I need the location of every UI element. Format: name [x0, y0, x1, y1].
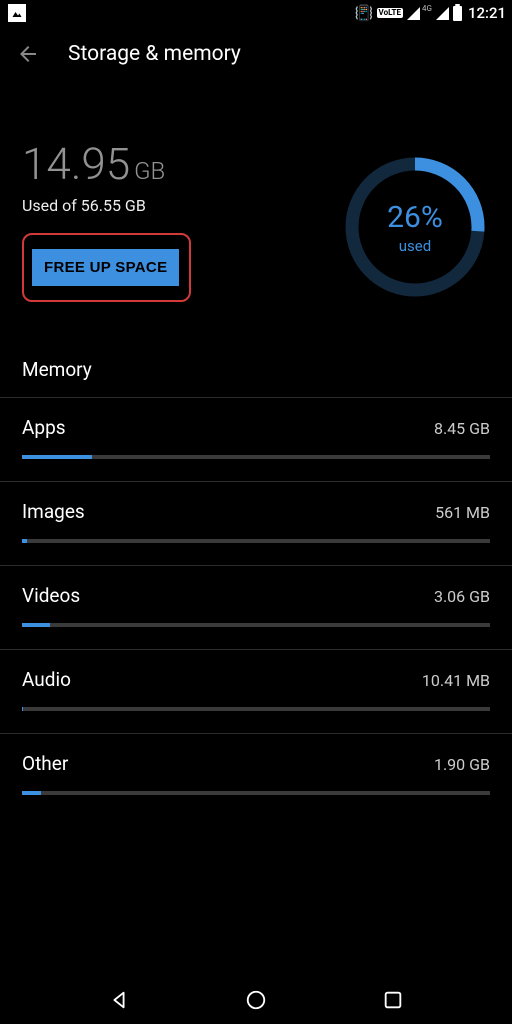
row-name: Audio [22, 668, 71, 691]
clock: 12:21 [468, 4, 506, 22]
row-images[interactable]: Images 561 MB [0, 481, 512, 565]
signal-icon-1 [407, 7, 420, 20]
row-name: Apps [22, 416, 66, 439]
row-value: 1.90 GB [434, 755, 490, 774]
free-up-space-button[interactable]: FREE UP SPACE [32, 249, 179, 286]
storage-summary: 14.95 GB Used of 56.55 GB FREE UP SPACE … [0, 82, 512, 322]
vibrate-icon: 📳 [355, 4, 373, 22]
usage-ring: 26% used [340, 152, 490, 302]
row-value: 561 MB [435, 503, 490, 522]
row-value: 10.41 MB [422, 671, 490, 690]
row-audio[interactable]: Audio 10.41 MB [0, 649, 512, 733]
row-value: 8.45 GB [434, 419, 490, 438]
bar-fill [22, 791, 41, 795]
bar-fill [22, 623, 50, 627]
signal-icon-2 [436, 7, 449, 20]
status-bar: 📳 VoLTE 4G 12:21 [0, 0, 512, 26]
used-unit: GB [134, 157, 165, 185]
highlight-annotation: FREE UP SPACE [22, 233, 191, 302]
back-icon[interactable] [16, 42, 40, 66]
row-videos[interactable]: Videos 3.06 GB [0, 565, 512, 649]
bar-fill [22, 455, 92, 459]
nav-recent-icon[interactable] [382, 989, 404, 1011]
bar [22, 707, 490, 711]
navigation-bar [0, 976, 512, 1024]
bar [22, 539, 490, 543]
page-title: Storage & memory [68, 42, 241, 66]
row-name: Other [22, 752, 68, 775]
used-value: 14.95 [22, 138, 130, 190]
app-header: Storage & memory [0, 26, 512, 82]
nav-back-icon[interactable] [108, 989, 130, 1011]
battery-icon [453, 6, 462, 21]
picture-icon [8, 4, 26, 22]
ring-label: used [399, 237, 431, 255]
nav-home-icon[interactable] [245, 989, 267, 1011]
network-label: 4G [422, 4, 432, 13]
bar [22, 455, 490, 459]
row-name: Images [22, 500, 85, 523]
used-amount: 14.95 GB [22, 142, 191, 186]
ring-percent: 26% [387, 200, 443, 235]
bar-fill [22, 539, 27, 543]
row-apps[interactable]: Apps 8.45 GB [0, 397, 512, 481]
bar-fill [22, 707, 23, 711]
row-other[interactable]: Other 1.90 GB [0, 733, 512, 817]
bar [22, 791, 490, 795]
memory-section-header[interactable]: Memory [0, 322, 512, 397]
row-value: 3.06 GB [434, 587, 490, 606]
row-name: Videos [22, 584, 80, 607]
used-subtext: Used of 56.55 GB [22, 196, 191, 215]
volte-badge: VoLTE [377, 8, 403, 18]
bar [22, 623, 490, 627]
